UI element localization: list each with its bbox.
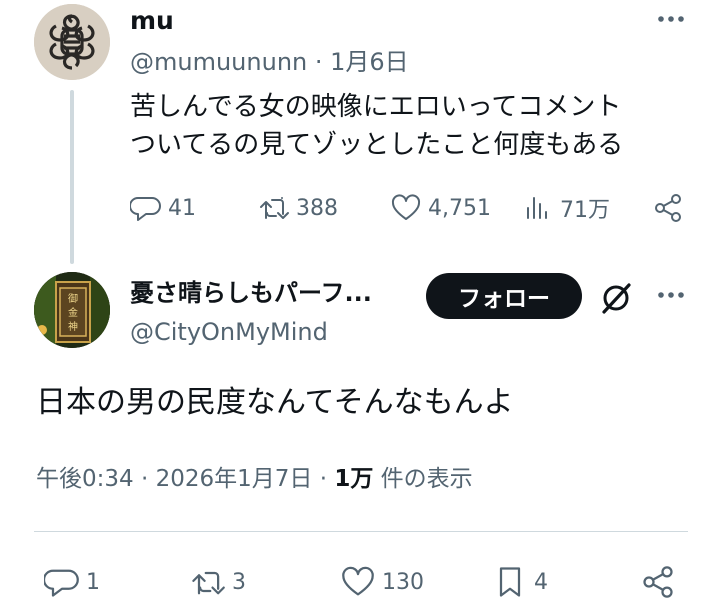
main-bookmark-button[interactable]: 4 bbox=[492, 564, 548, 600]
parent-views-button[interactable]: 71万 bbox=[522, 192, 610, 224]
parent-text-line-1: 苦しんでる女の映像にエロいってコメント bbox=[130, 92, 622, 122]
view-count-suffix: 件の表示 bbox=[373, 466, 473, 492]
main-display-name[interactable]: 憂さ晴らしもパーフ... bbox=[130, 276, 372, 310]
share-icon bbox=[655, 194, 681, 222]
parent-retweet-count: 388 bbox=[296, 195, 338, 221]
heart-icon bbox=[342, 566, 374, 596]
main-reply-button[interactable]: 1 bbox=[44, 564, 100, 600]
reply-icon bbox=[44, 569, 79, 597]
main-tweet-text: 日本の男の民度なんてそんなもんよ bbox=[36, 385, 514, 420]
retweet-icon bbox=[192, 571, 225, 595]
main-retweet-button[interactable]: 3 bbox=[190, 564, 246, 600]
svg-text:金: 金 bbox=[68, 306, 78, 319]
svg-text:御: 御 bbox=[68, 292, 78, 305]
parent-views-count: 71万 bbox=[560, 198, 610, 223]
view-count: 1万 bbox=[334, 466, 374, 492]
retweet-icon bbox=[260, 197, 289, 219]
reply-icon bbox=[130, 197, 161, 221]
main-like-button[interactable]: 130 bbox=[340, 564, 424, 600]
share-icon bbox=[643, 566, 673, 598]
parent-share-button[interactable] bbox=[652, 192, 684, 224]
main-retweet-count: 3 bbox=[232, 569, 246, 595]
views-icon bbox=[527, 197, 547, 219]
parent-like-button[interactable]: 4,751 bbox=[390, 192, 491, 224]
grok-icon[interactable] bbox=[598, 280, 634, 316]
parent-retweet-button[interactable]: 388 bbox=[258, 192, 338, 224]
parent-reply-count: 41 bbox=[168, 195, 196, 221]
parent-more-icon[interactable] bbox=[655, 4, 687, 34]
main-more-icon[interactable] bbox=[655, 280, 687, 310]
main-action-bar: 1 3 130 4 bbox=[0, 562, 721, 602]
main-avatar[interactable]: 御 金 神 bbox=[34, 272, 110, 348]
shrine-photo-icon: 御 金 神 bbox=[34, 272, 110, 348]
knot-logo-icon bbox=[34, 4, 110, 80]
main-share-button[interactable] bbox=[640, 564, 676, 600]
parent-handle-date[interactable]: @mumuununn · 1月6日 bbox=[130, 46, 409, 78]
parent-display-name[interactable]: mu bbox=[130, 4, 174, 38]
heart-icon bbox=[391, 194, 421, 220]
divider bbox=[34, 531, 688, 532]
svg-text:神: 神 bbox=[68, 320, 78, 333]
parent-reply-button[interactable]: 41 bbox=[130, 192, 196, 224]
main-like-count: 130 bbox=[382, 569, 424, 595]
tweet-meta: 午後0:34 · 2026年1月7日 · 1万 件の表示 bbox=[36, 462, 473, 496]
parent-like-count: 4,751 bbox=[428, 195, 491, 221]
parent-text-line-2: ついてるの見てゾッとしたこと何度もある bbox=[130, 130, 624, 160]
main-bookmark-count: 4 bbox=[534, 569, 548, 595]
thread-connector-line bbox=[70, 90, 74, 264]
parent-action-bar: 41 388 4,751 71万 bbox=[0, 192, 721, 228]
main-handle[interactable]: @CityOnMyMind bbox=[130, 316, 328, 348]
parent-avatar[interactable] bbox=[34, 4, 110, 80]
parent-tweet-text: 苦しんでる女の映像にエロいってコメント ついてるの見てゾッとしたこと何度もある bbox=[130, 88, 690, 164]
tweet-timestamp[interactable]: 午後0:34 · 2026年1月7日 · bbox=[36, 466, 334, 492]
main-reply-count: 1 bbox=[86, 569, 100, 595]
bookmark-icon bbox=[499, 567, 521, 597]
follow-button[interactable]: フォロー bbox=[426, 273, 582, 319]
